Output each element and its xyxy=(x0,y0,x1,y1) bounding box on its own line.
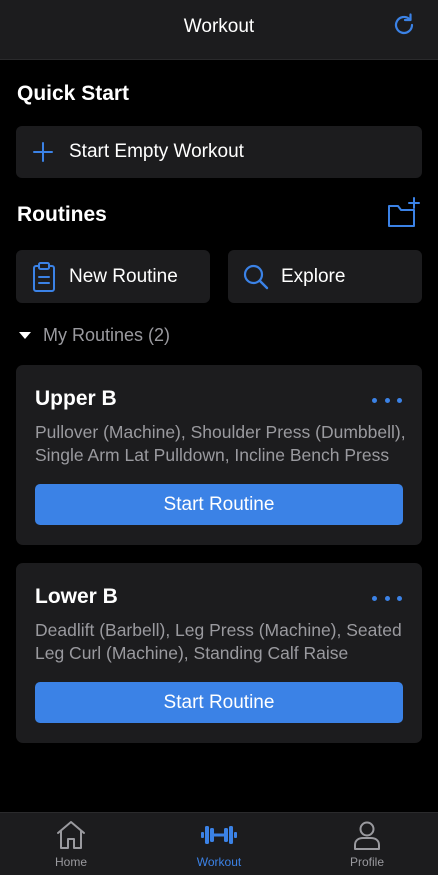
plus-icon xyxy=(33,142,53,162)
routine-exercise-list: Pullover (Machine), Shoulder Press (Dumb… xyxy=(35,422,406,465)
explore-label: Explore xyxy=(281,265,346,287)
bottom-tab-bar: Home Workout Profile xyxy=(0,812,438,875)
quick-start-heading: Quick Start xyxy=(17,82,130,105)
tab-profile[interactable]: Profile xyxy=(312,813,422,875)
routine-exercise-list: Deadlift (Barbell), Leg Press (Machine),… xyxy=(35,620,402,663)
tab-home-label: Home xyxy=(54,855,87,869)
search-icon xyxy=(243,264,269,289)
refresh-button[interactable] xyxy=(390,11,418,39)
caret-down-icon xyxy=(19,332,31,339)
tab-workout-label: Workout xyxy=(196,855,242,869)
explore-button[interactable]: Explore xyxy=(228,250,422,303)
clipboard-icon xyxy=(33,261,55,292)
more-dot-icon xyxy=(397,397,402,403)
routine-more-button[interactable] xyxy=(372,389,402,411)
refresh-icon xyxy=(394,13,414,34)
my-routines-toggle[interactable]: My Routines (2) xyxy=(17,322,170,348)
routine-title: Upper B xyxy=(35,387,117,410)
tab-home[interactable]: Home xyxy=(16,813,126,875)
new-routine-button[interactable]: New Routine xyxy=(16,250,210,303)
start-empty-workout-button[interactable]: Start Empty Workout xyxy=(16,126,422,178)
start-routine-button[interactable]: Start Routine xyxy=(35,682,403,723)
tab-workout[interactable]: Workout xyxy=(164,813,274,875)
routine-more-button[interactable] xyxy=(372,587,402,609)
page-title: Workout xyxy=(183,16,255,37)
dumbbell-icon xyxy=(201,826,237,844)
more-dot-icon xyxy=(372,397,377,403)
profile-icon xyxy=(354,821,380,850)
routine-card[interactable]: Upper B Pullover (Machine), Shoulder Pre… xyxy=(16,365,422,545)
new-folder-button[interactable] xyxy=(386,196,422,230)
more-dot-icon xyxy=(384,595,390,601)
my-routines-label: My Routines (2) xyxy=(43,324,171,345)
routines-heading: Routines xyxy=(17,203,107,226)
more-dot-icon xyxy=(372,595,377,601)
add-folder-icon xyxy=(388,197,420,227)
more-dot-icon xyxy=(384,397,390,403)
routine-title: Lower B xyxy=(35,585,118,608)
top-nav-bar: Workout xyxy=(0,0,438,60)
routine-card[interactable]: Lower B Deadlift (Barbell), Leg Press (M… xyxy=(16,563,422,743)
start-routine-button[interactable]: Start Routine xyxy=(35,484,403,525)
home-icon xyxy=(57,821,85,849)
tab-profile-label: Profile xyxy=(349,855,384,869)
new-routine-label: New Routine xyxy=(69,265,178,287)
more-dot-icon xyxy=(397,595,402,601)
start-empty-workout-label: Start Empty Workout xyxy=(69,141,244,162)
